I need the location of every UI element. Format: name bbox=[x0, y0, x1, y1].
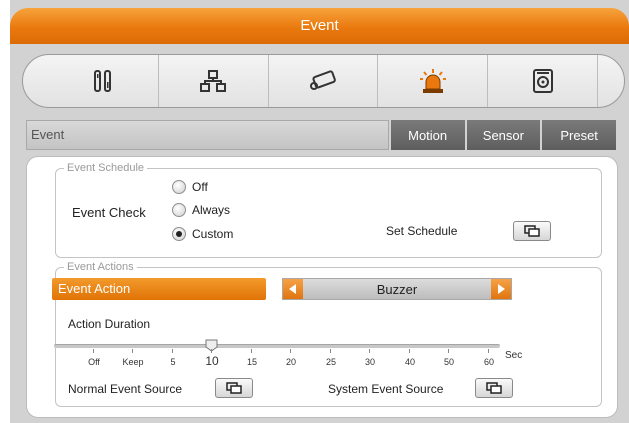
storage-disk-icon bbox=[532, 69, 553, 93]
tick-label: 60 bbox=[483, 357, 495, 367]
alarm-siren-icon bbox=[419, 69, 446, 93]
system-event-source-button[interactable] bbox=[475, 378, 513, 398]
tick-mark bbox=[290, 349, 291, 353]
radio-always[interactable]: Always bbox=[172, 203, 230, 217]
set-schedule-label: Set Schedule bbox=[386, 224, 458, 238]
action-prev-button[interactable] bbox=[283, 279, 303, 299]
camera-icon bbox=[309, 70, 336, 90]
radio-off-indicator bbox=[172, 180, 186, 194]
tick-mark bbox=[132, 349, 133, 353]
tools-icon bbox=[94, 70, 112, 92]
tabs-row: Event Motion Sensor Preset bbox=[26, 120, 617, 150]
tick-label: 25 bbox=[325, 357, 337, 367]
tab-sensor[interactable]: Sensor bbox=[466, 120, 541, 150]
tick-mark bbox=[369, 349, 370, 353]
tick-mark bbox=[330, 349, 331, 353]
event-category-button[interactable] bbox=[377, 55, 487, 107]
window-title: Event bbox=[10, 8, 629, 44]
open-window-icon bbox=[486, 382, 502, 394]
tick-mark bbox=[488, 349, 489, 353]
set-schedule-button[interactable] bbox=[513, 221, 551, 241]
category-icon-bar bbox=[22, 54, 625, 108]
setup-category-button[interactable] bbox=[49, 55, 158, 107]
camera-category-button[interactable] bbox=[267, 55, 378, 107]
radio-always-indicator bbox=[172, 203, 186, 217]
tick-mark bbox=[448, 349, 449, 353]
duration-unit-label: Sec bbox=[505, 350, 523, 361]
radio-custom[interactable]: Custom bbox=[172, 227, 233, 241]
normal-event-source-button[interactable] bbox=[215, 378, 253, 398]
open-window-icon bbox=[524, 225, 540, 237]
radio-off-label: Off bbox=[192, 180, 208, 194]
event-action-value: Buzzer bbox=[376, 281, 418, 297]
network-icon bbox=[200, 70, 227, 92]
action-duration-label: Action Duration bbox=[68, 317, 151, 331]
arrow-right-icon bbox=[498, 284, 505, 294]
tick-label: 30 bbox=[364, 357, 376, 367]
network-category-button[interactable] bbox=[157, 55, 268, 107]
tick-mark bbox=[211, 349, 212, 353]
tick-mark bbox=[93, 349, 94, 353]
duration-slider-track[interactable] bbox=[54, 344, 500, 348]
tick-label: 5 bbox=[170, 357, 176, 367]
event-schedule-legend: Event Schedule bbox=[67, 162, 145, 174]
tick-label: Off bbox=[88, 357, 100, 367]
tick-label: Keep bbox=[122, 357, 144, 367]
tick-label: 50 bbox=[443, 357, 455, 367]
radio-custom-indicator bbox=[172, 227, 186, 241]
event-actions-legend: Event Actions bbox=[67, 261, 134, 273]
normal-event-source-label: Normal Event Source bbox=[68, 382, 183, 396]
tick-label: 20 bbox=[285, 357, 297, 367]
breadcrumb: Event bbox=[26, 120, 389, 150]
event-check-label: Event Check bbox=[72, 205, 146, 220]
storage-category-button[interactable] bbox=[487, 55, 598, 107]
tick-mark bbox=[172, 349, 173, 353]
tick-mark bbox=[251, 349, 252, 353]
tick-label: 40 bbox=[404, 357, 416, 367]
arrow-left-icon bbox=[289, 284, 296, 294]
tab-preset[interactable]: Preset bbox=[542, 120, 617, 150]
open-window-icon bbox=[226, 382, 242, 394]
event-action-selector: Buzzer bbox=[282, 278, 512, 300]
tick-mark bbox=[409, 349, 410, 353]
tick-label: 15 bbox=[246, 357, 258, 367]
tick-label-selected: 10 bbox=[205, 354, 219, 368]
radio-always-label: Always bbox=[192, 203, 231, 217]
radio-off[interactable]: Off bbox=[172, 180, 208, 194]
radio-custom-label: Custom bbox=[192, 227, 234, 241]
action-next-button[interactable] bbox=[491, 279, 511, 299]
event-action-header: Event Action bbox=[52, 278, 266, 300]
tab-motion[interactable]: Motion bbox=[390, 120, 465, 150]
system-event-source-label: System Event Source bbox=[328, 382, 444, 396]
